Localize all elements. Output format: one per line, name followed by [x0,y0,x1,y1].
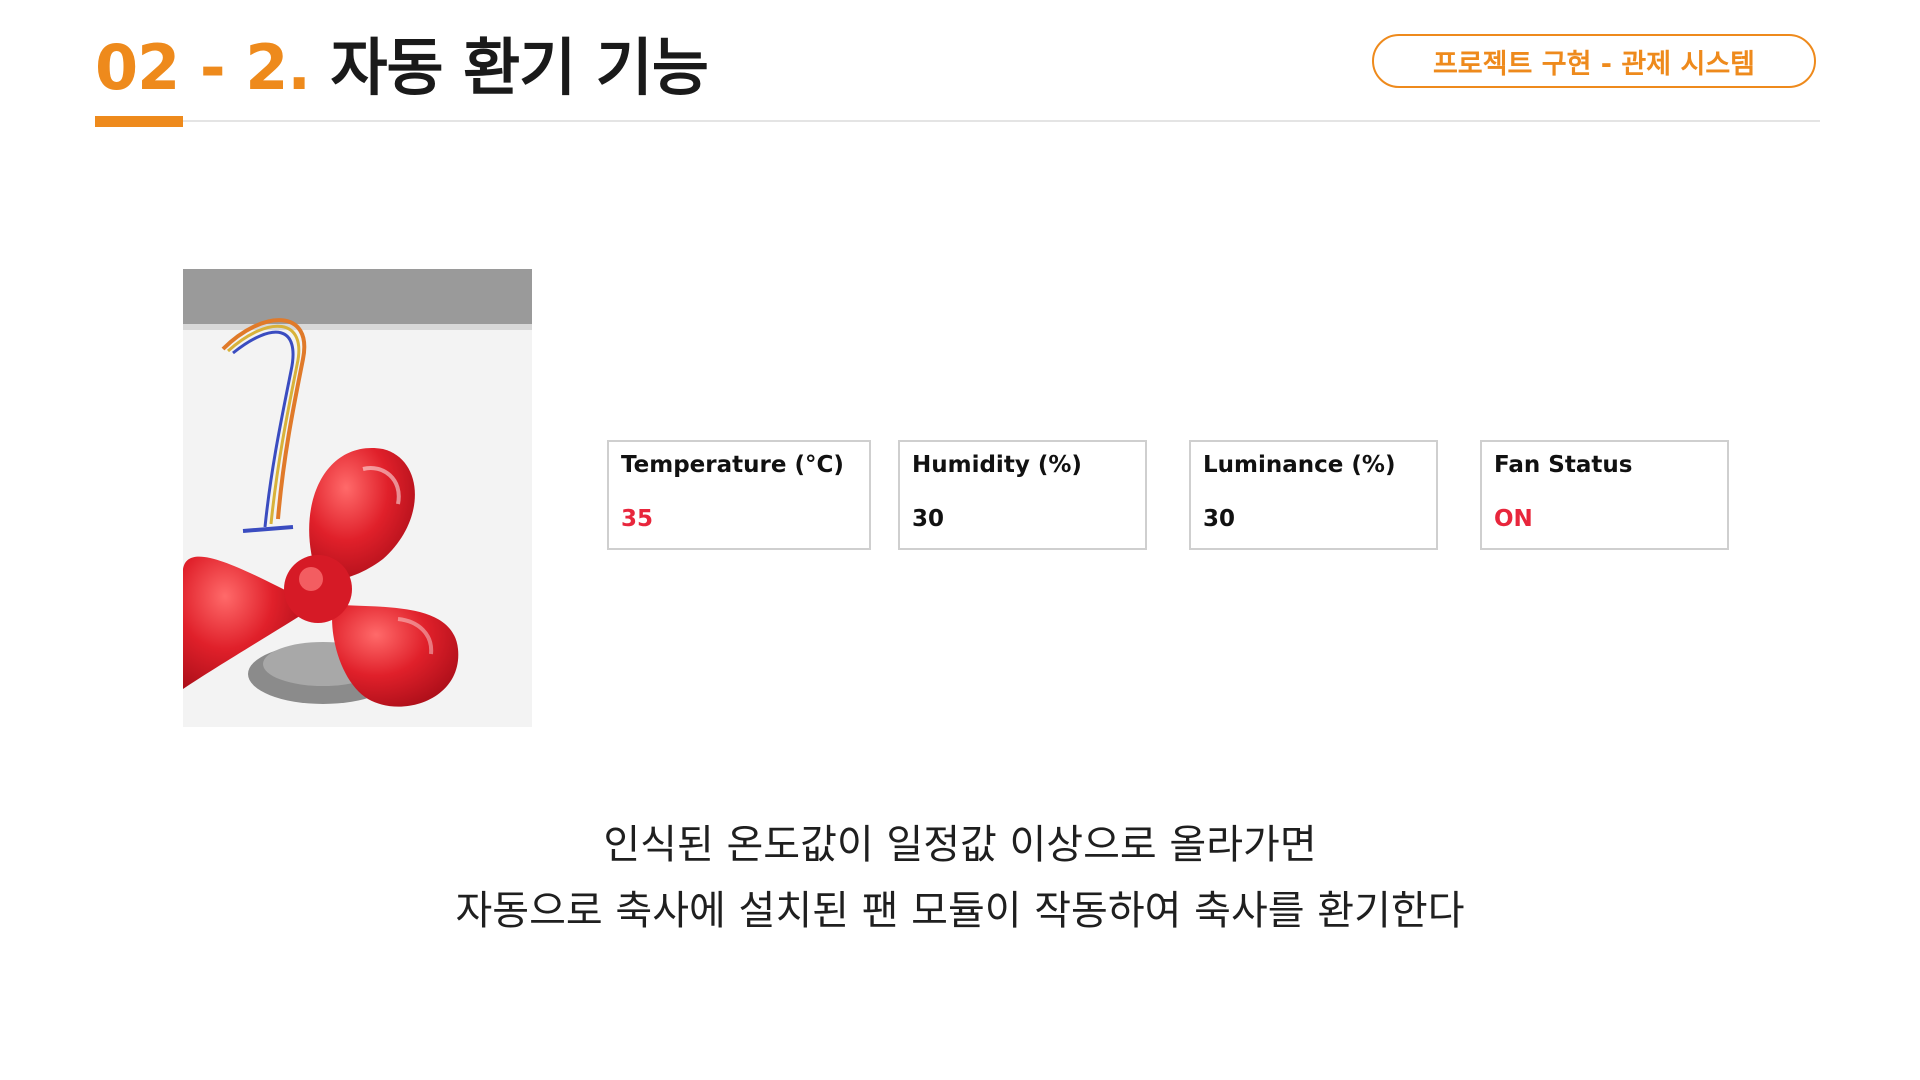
sensor-card-temperature: Temperature (°C) 35 [607,440,871,550]
sensor-label: Luminance (%) [1203,452,1396,478]
section-badge: 프로젝트 구현 - 관제 시스템 [1372,34,1816,88]
sensor-label: Fan Status [1494,452,1633,478]
subsection-number: 2. [245,31,311,104]
sensor-card-humidity: Humidity (%) 30 [898,440,1147,550]
title-divider [95,120,1820,122]
fan-photo [183,269,532,727]
sensor-value: 30 [912,506,945,532]
page-title: 02 - 2. 자동 환기 기능 [95,30,709,106]
sensor-value: 35 [621,506,654,532]
title-text: 자동 환기 기능 [309,31,708,104]
sensor-value: ON [1494,506,1533,532]
title-accent-bar [95,116,183,127]
sensor-label: Humidity (%) [912,452,1082,478]
sensor-label: Temperature (°C) [621,452,844,478]
section-separator: - [179,31,246,104]
description: 인식된 온도값이 일정값 이상으로 올라가면 자동으로 축사에 설치된 팬 모듈… [0,812,1920,944]
slide: 02 - 2. 자동 환기 기능 프로젝트 구현 - 관제 시스템 Temper… [0,0,1920,1080]
fan-illustration [183,269,532,727]
description-line-2: 자동으로 축사에 설치된 팬 모듈이 작동하여 축사를 환기한다 [455,888,1465,934]
description-line-1: 인식된 온도값이 일정값 이상으로 올라가면 [603,822,1317,868]
section-number: 02 [95,31,180,104]
sensor-card-fan-status: Fan Status ON [1480,440,1729,550]
sensor-card-luminance: Luminance (%) 30 [1189,440,1438,550]
sensor-value: 30 [1203,506,1236,532]
